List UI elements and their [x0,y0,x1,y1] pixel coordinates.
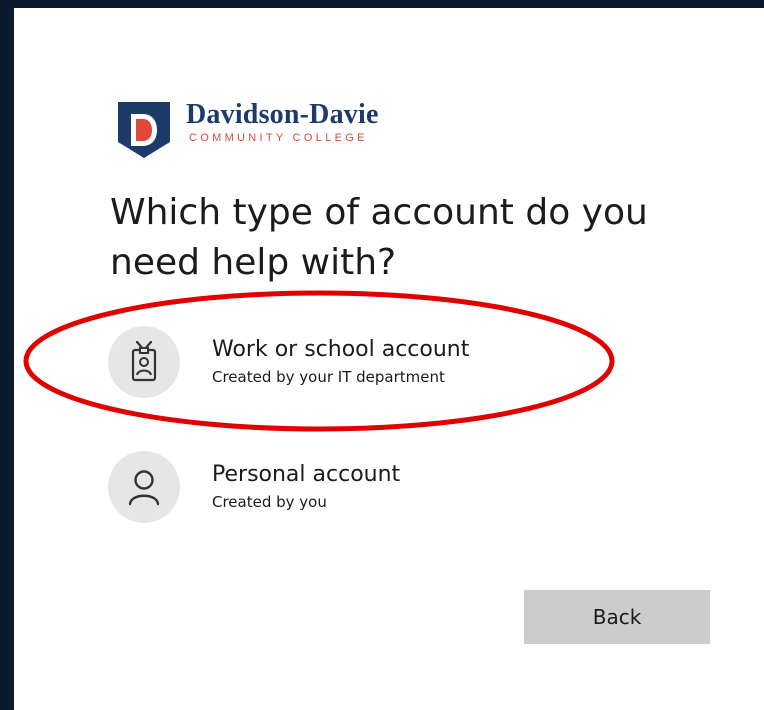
college-name: Davidson-Davie [186,99,379,130]
shield-logo-icon [118,102,170,158]
person-icon [108,451,180,523]
dialog-frame: Davidson-Davie COMMUNITY COLLEGE Which t… [0,0,764,710]
work-school-account-option[interactable]: Work or school account Created by your I… [108,326,469,398]
badge-icon [108,326,180,398]
college-logo: Davidson-Davie COMMUNITY COLLEGE [114,100,379,160]
back-button[interactable]: Back [524,590,710,644]
personal-account-option[interactable]: Personal account Created by you [108,451,400,523]
work-account-subtitle: Created by your IT department [212,368,445,386]
page-title: Which type of account do you need help w… [110,192,648,283]
work-account-title: Work or school account [212,337,470,362]
personal-account-subtitle: Created by you [212,493,327,511]
personal-account-title: Personal account [212,462,401,487]
college-subtitle: COMMUNITY COLLEGE [189,132,368,144]
